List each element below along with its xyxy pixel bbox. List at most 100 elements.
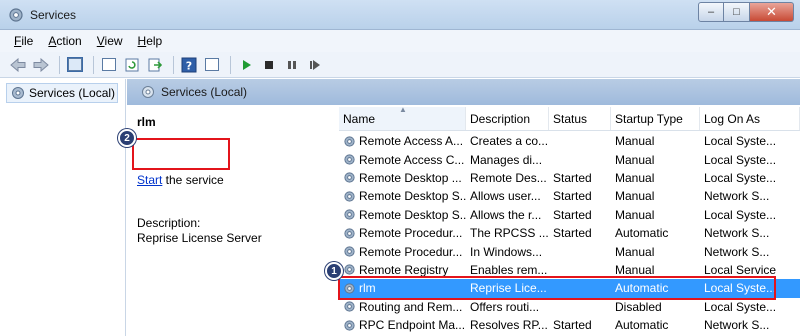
column-header-startup-type[interactable]: Startup Type	[611, 107, 700, 130]
back-button[interactable]	[8, 55, 28, 75]
gear-icon	[344, 191, 355, 202]
gear-icon	[344, 301, 355, 312]
services-table: ▲ Name Description Status Startup Type L…	[339, 105, 800, 336]
cell-log-on-as: Local Syste...	[704, 152, 777, 167]
table-row[interactable]: Routing and Rem... Offers routi... Disable…	[339, 298, 800, 316]
cell-description: The RPCSS ...	[470, 226, 549, 241]
restart-icon	[310, 59, 320, 70]
cell-log-on-as: Network S...	[704, 244, 770, 259]
cell-startup-type: Manual	[615, 170, 655, 185]
services-icon	[142, 86, 154, 98]
restart-service-button[interactable]	[305, 55, 325, 75]
toolbar-separator	[230, 55, 231, 74]
close-button[interactable]: ✕	[750, 2, 794, 22]
cell-status: Started	[553, 170, 592, 185]
column-header-status[interactable]: Status	[549, 107, 611, 130]
cell-log-on-as: Local Syste...	[704, 299, 777, 314]
help-button[interactable]: ?	[179, 55, 199, 75]
properties-icon	[102, 58, 116, 71]
callout-badge-1: 1	[325, 262, 343, 280]
cell-description: Creates a co...	[470, 134, 549, 149]
table-body: Remote Access A... Creates a co... Manual L…	[339, 132, 800, 334]
refresh-icon	[125, 58, 139, 71]
gear-icon	[344, 246, 355, 257]
cell-name: Remote Procedur...	[339, 226, 466, 240]
start-service-button[interactable]	[236, 55, 256, 75]
cell-log-on-as: Local Service	[704, 262, 777, 277]
table-header: ▲ Name Description Status Startup Type L…	[339, 105, 800, 131]
description-text: Reprise License Server	[137, 231, 262, 245]
play-icon	[243, 59, 251, 70]
window-title: Services	[30, 8, 77, 22]
toolbar-separator	[173, 55, 174, 74]
cell-name: RPC Endpoint Ma...	[339, 318, 466, 332]
export-icon	[148, 58, 162, 71]
gear-icon	[344, 136, 355, 147]
gear-icon	[344, 172, 355, 184]
description-label: Description:	[137, 216, 201, 230]
services-app-icon	[9, 8, 23, 22]
stop-service-button[interactable]	[259, 55, 279, 75]
table-row[interactable]: Remote Access A... Creates a co... Manual L…	[339, 132, 800, 150]
callout-badge-2: 2	[118, 129, 136, 147]
pause-service-button[interactable]	[282, 55, 302, 75]
table-row[interactable]: Remote Desktop S... Allows the r... Starte…	[339, 206, 800, 224]
cell-name: Remote Access A...	[339, 134, 466, 148]
menu-file[interactable]: File	[14, 34, 33, 48]
refresh-button[interactable]	[122, 55, 142, 75]
table-row[interactable]: Remote Procedur... The RPCSS ... Started Au…	[339, 224, 800, 242]
pane-header: Services (Local)	[127, 79, 800, 105]
back-icon	[10, 57, 26, 72]
cell-name: Remote Desktop S...	[339, 189, 466, 203]
start-service-link[interactable]: Start	[137, 173, 162, 187]
cell-startup-type: Manual	[615, 244, 655, 259]
tree-item-label: Services (Local)	[29, 86, 116, 100]
table-row[interactable]: Remote Access C... Manages di... Manual Loc…	[339, 150, 800, 168]
cell-startup-type: Automatic	[615, 226, 669, 241]
properties-button[interactable]	[99, 55, 119, 75]
console-tree-button[interactable]	[65, 55, 85, 75]
cell-log-on-as: Network S...	[704, 318, 770, 333]
maximize-button[interactable]: □	[724, 2, 750, 22]
pane-header-title: Services (Local)	[161, 85, 248, 99]
toolbar-separator	[93, 55, 94, 74]
column-header-log-on-as[interactable]: Log On As	[700, 107, 800, 130]
export-list-button[interactable]	[145, 55, 165, 75]
stop-icon	[265, 60, 273, 69]
view-button[interactable]	[202, 55, 222, 75]
cell-name: Remote Access C...	[339, 153, 466, 167]
minimize-button[interactable]: –	[698, 2, 724, 22]
cell-description: Allows user...	[470, 189, 541, 204]
gear-icon	[344, 154, 355, 165]
menu-action[interactable]: Action	[48, 34, 81, 48]
cell-log-on-as: Network S...	[704, 189, 770, 204]
table-row[interactable]: Remote Procedur... In Windows... Manual Net…	[339, 242, 800, 260]
sort-ascending-icon: ▲	[399, 105, 407, 114]
callout-box-start-link	[132, 138, 230, 170]
gear-icon	[344, 264, 355, 276]
minimize-icon: –	[707, 6, 715, 18]
svg-text:?: ?	[186, 59, 192, 72]
forward-icon	[33, 57, 49, 72]
column-header-name[interactable]: ▲ Name	[339, 105, 466, 130]
cell-description: Enables rem...	[470, 262, 548, 277]
forward-button[interactable]	[31, 55, 51, 75]
cell-log-on-as: Local Syste...	[704, 134, 777, 149]
view-icon	[205, 58, 219, 71]
table-row[interactable]: Remote Desktop ... Remote Des... Started Ma…	[339, 169, 800, 187]
pause-icon	[288, 60, 296, 69]
cell-description: In Windows...	[470, 244, 543, 259]
tree-item-services-local[interactable]: Services (Local)	[6, 83, 118, 103]
cell-startup-type: Manual	[615, 207, 655, 222]
table-row[interactable]: Remote Desktop S... Allows user... Started…	[339, 187, 800, 205]
cell-startup-type: Automatic	[615, 318, 669, 333]
table-row[interactable]: RPC Endpoint Ma... Resolves RP... Started A…	[339, 316, 800, 334]
cell-log-on-as: Network S...	[704, 226, 770, 241]
cell-description: Offers routi...	[470, 299, 540, 314]
column-header-description[interactable]: Description	[466, 107, 549, 130]
menu-help[interactable]: Help	[138, 34, 163, 48]
menu-view[interactable]: View	[97, 34, 123, 48]
console-tree: Services (Local)	[0, 79, 126, 336]
help-icon: ?	[181, 57, 197, 72]
cell-startup-type: Manual	[615, 134, 655, 149]
